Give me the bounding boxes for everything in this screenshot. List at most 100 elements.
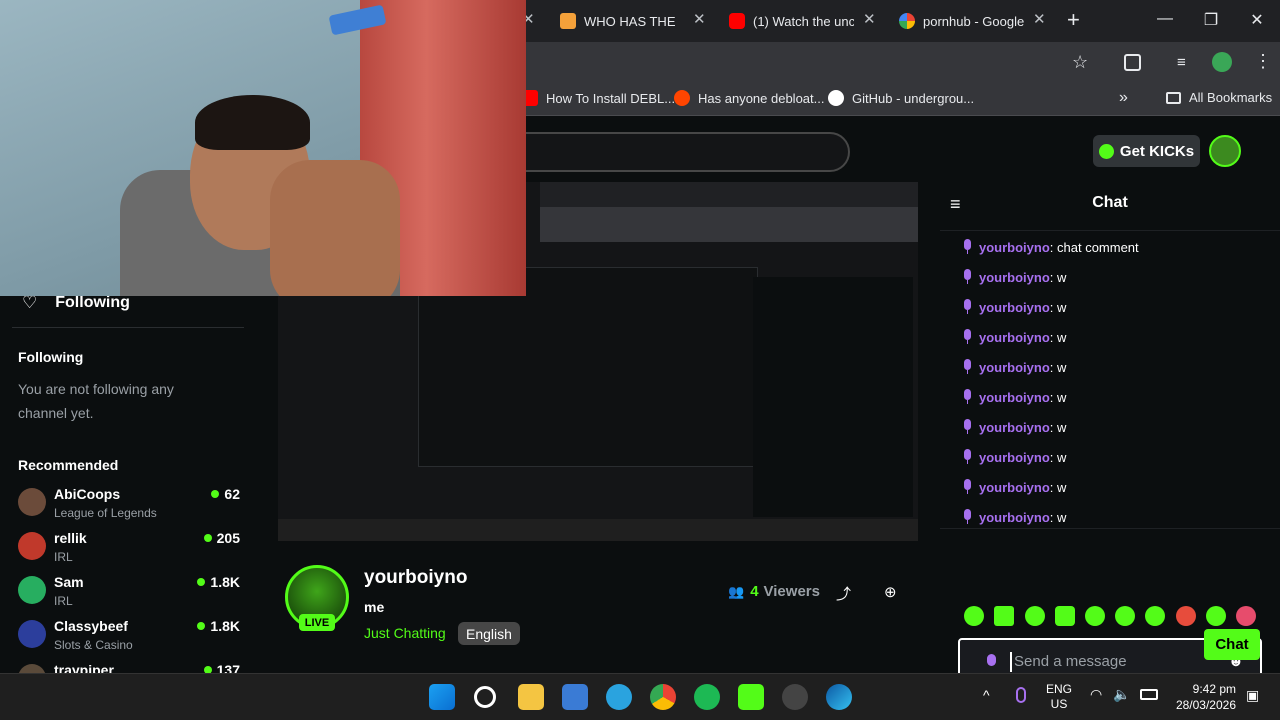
chat-text: : w: [1049, 509, 1067, 525]
get-kicks-button[interactable]: Get KICKs: [1093, 135, 1200, 167]
emote-icon[interactable]: [1145, 606, 1165, 626]
notifications-icon[interactable]: ▣: [1246, 687, 1259, 704]
telegram-icon[interactable]: [606, 684, 632, 710]
recommended-channel[interactable]: Sam IRL 1.8K: [18, 574, 240, 614]
recommended-channel[interactable]: traypiper 137: [18, 662, 240, 673]
chat-username[interactable]: yourboiyno: [979, 480, 1050, 495]
chat-username[interactable]: yourboiyno: [979, 390, 1050, 405]
youtube-icon: [729, 13, 745, 29]
restore-icon[interactable]: ❐: [1196, 10, 1226, 30]
volume-icon[interactable]: 🔈: [1113, 686, 1130, 703]
all-bookmarks[interactable]: All Bookmarks: [1166, 90, 1272, 105]
close-tab-icon[interactable]: ✕: [1033, 10, 1046, 28]
emote-icon[interactable]: [1176, 606, 1196, 626]
chat-send-button[interactable]: Chat: [1204, 629, 1260, 660]
webcam-overlay: [0, 0, 526, 296]
media-control-icon[interactable]: ≡: [1177, 54, 1186, 71]
microphone-badge-icon: [962, 389, 973, 405]
kick-coin-icon: [1098, 143, 1114, 159]
window-close-icon[interactable]: ✕: [1242, 10, 1272, 30]
language-indicator[interactable]: ENG US: [1046, 682, 1072, 712]
new-tab-icon[interactable]: +: [1067, 7, 1080, 33]
emote-icon[interactable]: [1055, 606, 1075, 626]
live-dot-icon: [203, 534, 212, 542]
kick-app-icon[interactable]: [738, 684, 764, 710]
share-icon[interactable]: ⤴: [836, 583, 851, 604]
github-icon: [828, 90, 844, 106]
chat-username[interactable]: yourboiyno: [979, 360, 1050, 375]
battery-icon[interactable]: [1140, 689, 1158, 700]
extensions-icon[interactable]: [1124, 54, 1141, 71]
stream-category-link[interactable]: Just Chatting: [364, 625, 446, 641]
bookmarks-overflow-icon[interactable]: »: [1119, 89, 1128, 107]
emote-icon[interactable]: [1115, 606, 1135, 626]
language-tag[interactable]: English: [458, 622, 520, 645]
chat-text: : w: [1049, 359, 1067, 375]
live-dot-icon: [197, 622, 206, 630]
tab-youtube[interactable]: (1) Watch the unce: [729, 6, 854, 36]
file-explorer-icon[interactable]: [518, 684, 544, 710]
store-icon[interactable]: [562, 684, 588, 710]
search-icon[interactable]: [474, 686, 496, 708]
streamer-name[interactable]: yourboiyno: [364, 567, 467, 589]
emote-icon[interactable]: [994, 606, 1014, 626]
clock[interactable]: 9:42 pm 28/03/2026: [1170, 681, 1236, 713]
microphone-badge-icon: [962, 299, 973, 315]
spotify-icon[interactable]: [694, 684, 720, 710]
microphone-badge-icon: [962, 359, 973, 375]
viewer-count-value: 205: [216, 530, 240, 546]
recommended-heading: Recommended: [18, 457, 119, 473]
chat-username[interactable]: yourboiyno: [979, 450, 1050, 465]
microphone-tray-icon[interactable]: [1016, 687, 1026, 703]
windows-start-icon[interactable]: [429, 684, 455, 710]
chat-text: : w: [1049, 479, 1067, 495]
emote-icon[interactable]: [1236, 606, 1256, 626]
bookmark-item[interactable]: Has anyone debloat...: [674, 90, 824, 106]
user-avatar[interactable]: [1209, 135, 1241, 167]
recommended-channel[interactable]: AbiCoops League of Legends 62: [18, 486, 240, 526]
viewer-count-value: 1.8K: [210, 618, 240, 634]
chat-username[interactable]: yourboiyno: [979, 300, 1050, 315]
emote-icon[interactable]: [1206, 606, 1226, 626]
bookmark-star-icon[interactable]: ☆: [1072, 52, 1088, 73]
search-input[interactable]: [500, 132, 850, 172]
profile-avatar-icon[interactable]: [1212, 52, 1232, 72]
following-heading: Following: [18, 349, 84, 365]
recommended-channel[interactable]: Classybeef Slots & Casino 1.8K: [18, 618, 240, 658]
live-dot-icon: [197, 578, 206, 586]
bookmark-item[interactable]: GitHub - undergrou...: [828, 90, 974, 106]
sidebar-item-following[interactable]: ♡ Following: [22, 293, 130, 313]
chrome-icon[interactable]: [650, 684, 676, 710]
emote-icon[interactable]: [1025, 606, 1045, 626]
chat-username[interactable]: yourboiyno: [979, 240, 1050, 255]
chat-username[interactable]: yourboiyno: [979, 420, 1050, 435]
edge-icon[interactable]: [826, 684, 852, 710]
viewer-count: 62: [211, 486, 240, 502]
emote-icon[interactable]: [964, 606, 984, 626]
browser-menu-icon[interactable]: ⋮: [1254, 51, 1272, 72]
recommended-channel[interactable]: rellik IRL 205: [18, 530, 240, 570]
chat-username[interactable]: yourboiyno: [979, 510, 1050, 525]
windows-taskbar: ^ ENG US ◠ 🔈 9:42 pm 28/03/2026 ▣: [0, 673, 1280, 720]
emote-icon[interactable]: [1085, 606, 1105, 626]
microphone-badge-icon: [962, 509, 973, 525]
chat-username[interactable]: yourboiyno: [979, 270, 1050, 285]
tab-who-has[interactable]: WHO HAS THE MC: [560, 6, 680, 36]
tab-google[interactable]: pornhub - Google: [899, 6, 1024, 36]
chat-text: : w: [1049, 419, 1067, 435]
nested-stream-view: [418, 267, 758, 467]
chat-title: Chat: [1092, 194, 1128, 211]
follow-user-icon[interactable]: ⊕: [884, 583, 897, 601]
avatar: [18, 488, 46, 516]
close-tab-icon[interactable]: ✕: [693, 10, 706, 28]
show-hidden-icons-icon[interactable]: ^: [983, 687, 990, 703]
nested-taskbar: [278, 519, 918, 541]
minimize-icon[interactable]: —: [1150, 10, 1180, 28]
chat-username[interactable]: yourboiyno: [979, 330, 1050, 345]
chat-message: yourboiyno: w: [962, 479, 1066, 495]
close-tab-icon[interactable]: ✕: [863, 10, 876, 28]
wifi-icon[interactable]: ◠: [1090, 686, 1102, 703]
bookmark-item[interactable]: How To Install DEBL...: [522, 90, 675, 106]
live-badge: LIVE: [299, 614, 335, 631]
app-icon[interactable]: [782, 684, 808, 710]
